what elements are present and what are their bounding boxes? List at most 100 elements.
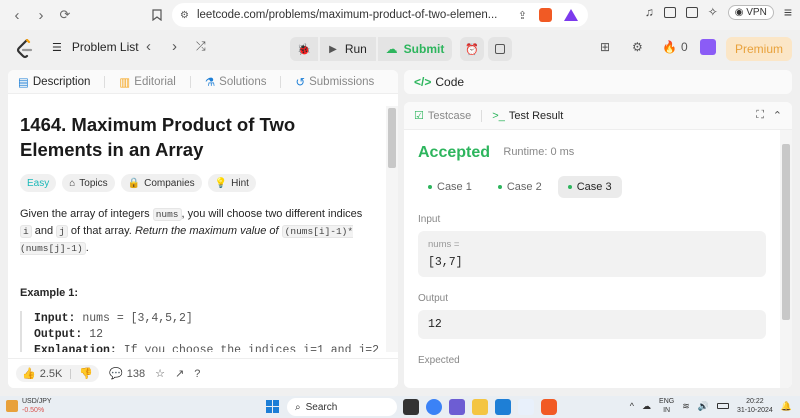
terminal-icon: >_ [492, 109, 505, 122]
menu-icon[interactable]: ≡ [784, 4, 792, 20]
test-result-panel: ☑ Testcase >_ Test Result ⛶ ⌃ Accepted R… [404, 102, 792, 388]
problem-list-button[interactable]: ☰ Problem List [52, 40, 139, 54]
tab-testcase[interactable]: ☑ Testcase [414, 109, 471, 123]
companies-badge[interactable]: 🔒 Companies [120, 174, 202, 192]
browser-toolbar: ‹ › ⟳ ⚙ leetcode.com/problems/maximum-pr… [0, 0, 800, 30]
volume-icon[interactable]: 🔊 [698, 401, 709, 411]
battery-icon[interactable] [716, 403, 729, 409]
teams-icon[interactable] [449, 399, 465, 415]
comments-button[interactable]: 💬 138 [109, 367, 145, 381]
leetcode-logo-icon[interactable] [16, 39, 34, 59]
address-bar[interactable]: ⚙ leetcode.com/problems/maximum-product-… [172, 3, 588, 27]
url-text: leetcode.com/problems/maximum-product-of… [196, 9, 497, 21]
chevron-up-icon[interactable]: ^ [630, 401, 634, 411]
file-explorer-icon[interactable] [472, 399, 488, 415]
language-indicator[interactable]: ENG IN [659, 397, 674, 415]
fire-icon: 🔥 [662, 40, 677, 54]
tab-submissions[interactable]: ↺ Submissions [295, 75, 374, 89]
hint-badge[interactable]: 💡 Hint [207, 174, 256, 192]
history-icon: ↺ [295, 76, 306, 89]
expected-label: Expected [418, 355, 460, 366]
stock-widget[interactable]: USD/JPY -0.50% [6, 397, 52, 415]
flask-icon: ⚗ [204, 76, 216, 89]
output-label: Output [418, 293, 449, 304]
comment-icon: 💬 [109, 368, 123, 380]
tab-editorial[interactable]: ▥ Editorial [119, 75, 175, 89]
brave-rewards-icon[interactable] [564, 9, 578, 21]
collapse-icon[interactable]: ⌃ [773, 109, 782, 122]
runtime-text: Runtime: 0 ms [503, 146, 575, 158]
tag-icon: ⌂ [69, 177, 76, 189]
book-icon: ▥ [119, 76, 131, 89]
timer-button[interactable]: ⏰ [460, 37, 484, 61]
vpn-button[interactable]: ◉ VPN [727, 4, 774, 20]
result-body: Accepted Runtime: 0 ms Case 1 Case 2 Cas… [404, 130, 780, 388]
notes-button[interactable] [488, 37, 512, 61]
thumbs-up-icon: 👍 [22, 368, 36, 380]
windows-start-icon[interactable] [266, 400, 279, 413]
debug-button[interactable]: 🐞 [290, 37, 318, 61]
next-problem-icon[interactable]: › [172, 38, 177, 55]
external-link-icon: ↗ [174, 368, 185, 380]
tab-solutions[interactable]: ⚗ Solutions [205, 75, 267, 89]
music-icon[interactable]: ♫ [645, 5, 654, 19]
clock[interactable]: 20:22 31-10-2024 [737, 397, 773, 415]
case-2-button[interactable]: Case 2 [488, 176, 552, 198]
wallet-icon[interactable] [685, 6, 698, 18]
forward-icon[interactable]: › [30, 4, 52, 26]
bookmark-icon[interactable] [146, 4, 168, 26]
case-1-button[interactable]: Case 1 [418, 176, 482, 198]
streak-counter[interactable]: 🔥 0 [662, 40, 688, 54]
premium-button[interactable]: Premium [726, 37, 792, 61]
share-icon[interactable]: ⇪ [518, 9, 527, 22]
windows-taskbar: USD/JPY -0.50% ⌕ Search ^ ☁ ENG IN ≋ 🔊 2… [0, 396, 800, 418]
shuffle-icon[interactable]: ⤮ [196, 39, 206, 54]
description-tabs: ▤ Description ▥ Editorial ⚗ Solutions ↺ … [8, 70, 398, 94]
reload-icon[interactable]: ⟳ [54, 4, 76, 26]
like-button[interactable]: 👍 2.5K 👎 [16, 365, 100, 382]
document-icon: ▤ [18, 76, 29, 89]
topics-badge[interactable]: ⌂ Topics [62, 174, 115, 192]
sidebar-icon[interactable] [663, 6, 676, 18]
copilot-icon[interactable] [426, 399, 442, 415]
tab-test-result[interactable]: >_ Test Result [492, 110, 563, 122]
problem-statement: Given the array of integers nums, you wi… [20, 208, 363, 255]
brave-browser-icon[interactable] [541, 399, 557, 415]
brave-shield-icon[interactable] [539, 8, 552, 22]
lightbulb-icon: 💡 [214, 177, 228, 189]
chrome-icon[interactable] [518, 399, 534, 415]
layout-icon[interactable]: ⊞ [600, 40, 610, 54]
debug-icon: 🐞 [297, 43, 311, 56]
submit-button[interactable]: ☁ Submit [378, 37, 452, 61]
thumbs-down-icon[interactable]: 👎 [79, 367, 93, 380]
back-icon[interactable]: ‹ [6, 4, 28, 26]
prev-problem-icon[interactable]: ‹ [146, 38, 151, 55]
output-box: 12 [418, 310, 766, 339]
cloud-icon[interactable]: ☁ [642, 401, 651, 411]
case-selector: Case 1 Case 2 Case 3 [418, 176, 766, 198]
result-scrollbar[interactable] [780, 130, 792, 388]
maximize-icon[interactable]: ⛶ [756, 109, 764, 122]
site-settings-icon[interactable]: ⚙ [180, 10, 189, 21]
edge-icon[interactable] [495, 399, 511, 415]
description-scrollbar[interactable] [386, 106, 398, 352]
leo-ai-icon[interactable]: ✧ [708, 5, 718, 19]
wifi-icon[interactable]: ≋ [682, 401, 690, 411]
case-3-button[interactable]: Case 3 [557, 176, 622, 198]
input-box: nums = [3,7] [418, 231, 766, 277]
example-title: Example 1: [20, 287, 79, 299]
task-view-icon[interactable] [403, 399, 419, 415]
result-tabs: ☑ Testcase >_ Test Result ⛶ ⌃ [404, 102, 792, 130]
settings-icon[interactable]: ⚙ [632, 40, 643, 54]
avatar[interactable] [700, 39, 716, 55]
input-label: Input [418, 214, 441, 225]
taskbar-search[interactable]: ⌕ Search [287, 398, 397, 416]
tab-description[interactable]: ▤ Description [18, 75, 90, 89]
share-button[interactable]: ↗ [175, 367, 184, 380]
help-button[interactable]: ? [194, 368, 200, 380]
code-tab[interactable]: </> Code [404, 70, 792, 94]
run-button[interactable]: ▶ Run [320, 37, 376, 61]
notification-icon[interactable]: 🔔 [781, 401, 792, 411]
favorite-button[interactable]: ☆ [155, 367, 165, 380]
checkbox-icon: ☑ [414, 110, 424, 122]
